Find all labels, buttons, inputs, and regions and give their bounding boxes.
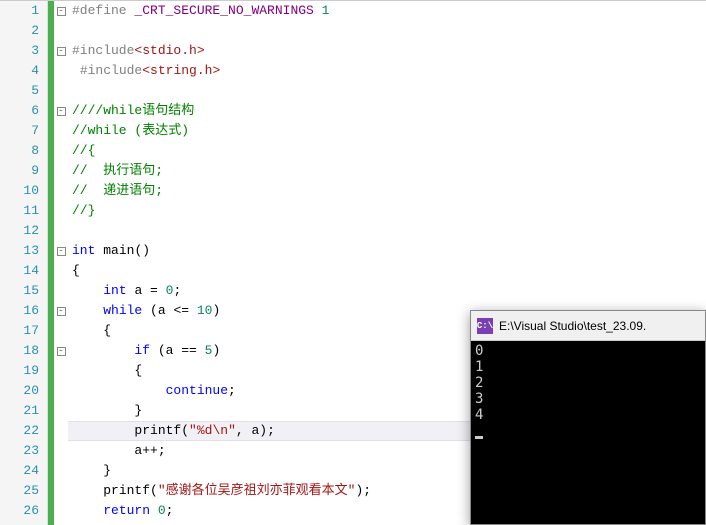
code-line[interactable]: { xyxy=(68,261,706,281)
line-number: 22 xyxy=(0,421,39,441)
line-number: 14 xyxy=(0,261,39,281)
line-number: 2 xyxy=(0,21,39,41)
line-number: 12 xyxy=(0,221,39,241)
line-number: 24 xyxy=(0,461,39,481)
fold-toggle[interactable]: - xyxy=(57,347,66,356)
code-line[interactable]: ////while语句结构 xyxy=(68,101,706,121)
code-line[interactable]: #include<stdio.h> xyxy=(68,41,706,61)
line-number: 21 xyxy=(0,401,39,421)
line-number: 26 xyxy=(0,501,39,521)
code-line[interactable]: // 递进语句; xyxy=(68,181,706,201)
fold-toggle[interactable]: - xyxy=(57,47,66,56)
code-line[interactable]: #include<string.h> xyxy=(68,61,706,81)
line-number: 16 xyxy=(0,301,39,321)
code-line[interactable]: //{ xyxy=(68,141,706,161)
code-line[interactable]: #define _CRT_SECURE_NO_WARNINGS 1 xyxy=(68,1,706,21)
line-number: 5 xyxy=(0,81,39,101)
console-titlebar[interactable]: C:\ E:\Visual Studio\test_23.09. xyxy=(471,311,705,341)
fold-toggle[interactable]: - xyxy=(57,7,66,16)
code-line[interactable]: //} xyxy=(68,201,706,221)
line-number: 20 xyxy=(0,381,39,401)
line-number: 25 xyxy=(0,481,39,501)
cursor-icon xyxy=(475,436,483,439)
fold-column: - - - - - - xyxy=(54,1,68,525)
console-cursor-line xyxy=(475,423,701,439)
line-number: 13 xyxy=(0,241,39,261)
line-number: 10 xyxy=(0,181,39,201)
code-line[interactable]: // 执行语句; xyxy=(68,161,706,181)
line-number: 6 xyxy=(0,101,39,121)
code-line[interactable] xyxy=(68,81,706,101)
line-number: 23 xyxy=(0,441,39,461)
console-window[interactable]: C:\ E:\Visual Studio\test_23.09. 0 1 2 3… xyxy=(470,310,706,525)
console-line: 4 xyxy=(475,407,701,423)
line-number: 19 xyxy=(0,361,39,381)
code-line[interactable]: int a = 0; xyxy=(68,281,706,301)
line-number: 4 xyxy=(0,61,39,81)
console-line: 0 xyxy=(475,343,701,359)
line-number: 9 xyxy=(0,161,39,181)
fold-toggle[interactable]: - xyxy=(57,307,66,316)
line-number: 18 xyxy=(0,341,39,361)
console-output[interactable]: 0 1 2 3 4 xyxy=(471,341,705,524)
console-title-text: E:\Visual Studio\test_23.09. xyxy=(499,319,646,333)
fold-toggle[interactable]: - xyxy=(57,107,66,116)
line-number: 1 xyxy=(0,1,39,21)
console-icon: C:\ xyxy=(477,318,493,334)
line-number: 11 xyxy=(0,201,39,221)
code-line[interactable] xyxy=(68,21,706,41)
line-number: 15 xyxy=(0,281,39,301)
line-number-gutter: 1 2 3 4 5 6 7 8 9 10 11 12 13 14 15 16 1… xyxy=(0,1,48,525)
code-line[interactable]: //while (表达式) xyxy=(68,121,706,141)
fold-toggle[interactable]: - xyxy=(57,247,66,256)
code-line[interactable] xyxy=(68,221,706,241)
line-number: 17 xyxy=(0,321,39,341)
code-line[interactable]: int main() xyxy=(68,241,706,261)
console-line: 2 xyxy=(475,375,701,391)
console-line: 3 xyxy=(475,391,701,407)
console-line: 1 xyxy=(475,359,701,375)
line-number: 8 xyxy=(0,141,39,161)
line-number: 3 xyxy=(0,41,39,61)
line-number: 7 xyxy=(0,121,39,141)
